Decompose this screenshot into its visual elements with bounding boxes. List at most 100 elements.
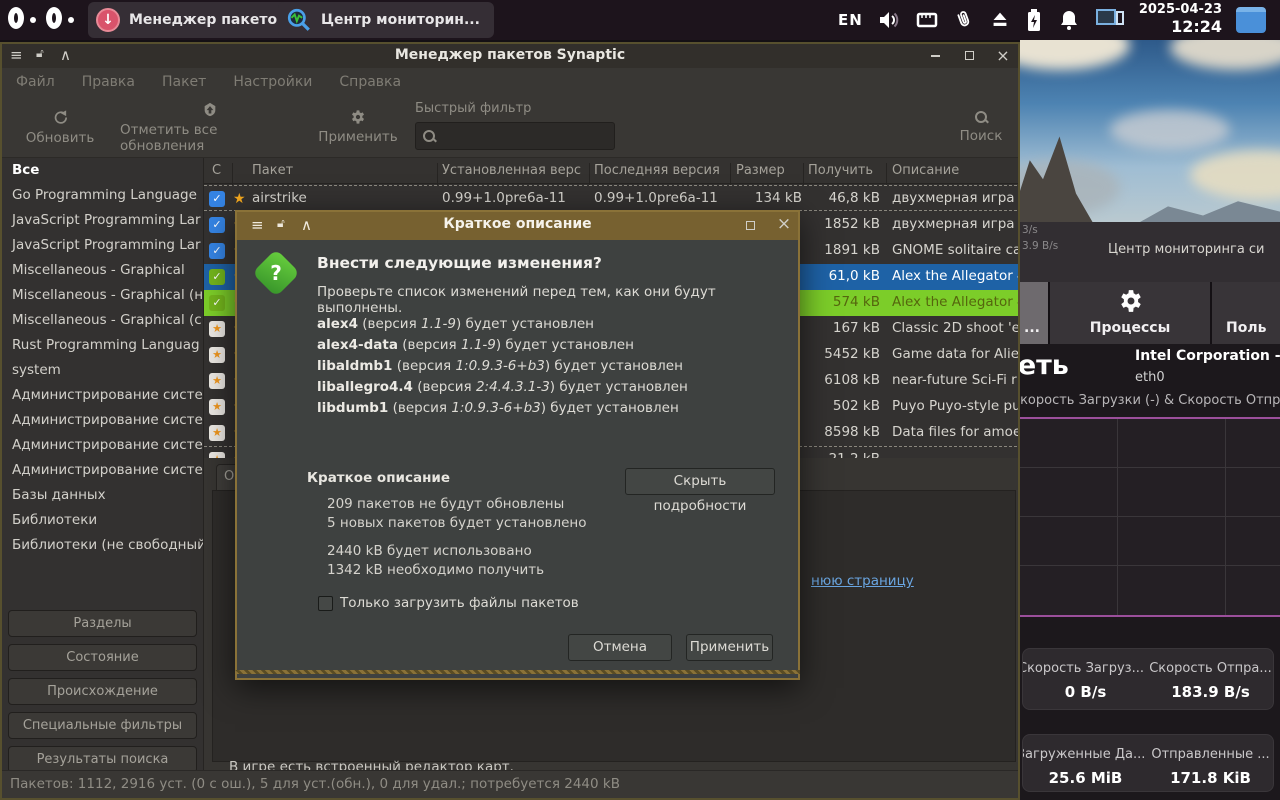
sections-button[interactable]: Разделы bbox=[8, 610, 197, 637]
keyboard-layout[interactable]: EN bbox=[838, 11, 863, 29]
window-title: Менеджер пакетов Synaptic bbox=[394, 47, 626, 63]
refresh-button[interactable]: Обновить bbox=[22, 99, 98, 155]
col-package[interactable]: Пакет bbox=[252, 163, 293, 178]
monitor-title: Центр мониторинга си bbox=[1108, 242, 1265, 257]
tab-truncated[interactable]: ... bbox=[1020, 282, 1048, 344]
status-checkbox[interactable]: ✓ bbox=[209, 217, 225, 233]
size: 134 kB bbox=[754, 190, 802, 206]
menu-settings[interactable]: Настройки bbox=[233, 74, 312, 90]
sidebar-item[interactable]: Администрирование систе bbox=[2, 458, 203, 483]
sidebar-item[interactable]: JavaScript Programming Lar bbox=[2, 233, 203, 258]
homepage-link[interactable]: нюю страницу bbox=[811, 573, 914, 589]
sidebar-item[interactable]: Все bbox=[2, 158, 203, 183]
sidebar-item[interactable]: Miscellaneous - Graphical (с bbox=[2, 308, 203, 333]
cloud bbox=[1170, 40, 1280, 70]
tab-users[interactable]: Поль bbox=[1212, 282, 1280, 344]
mark-all-upgrades-button[interactable]: Отметить все обновления bbox=[120, 99, 300, 155]
apply-button[interactable]: Применить bbox=[312, 99, 404, 155]
sidebar-item[interactable]: Администрирование систе bbox=[2, 408, 203, 433]
network-icon[interactable] bbox=[915, 9, 939, 31]
gridline bbox=[1020, 516, 1280, 517]
taskbar: ↓ Менеджер пакетов... Центр мониторин...… bbox=[0, 0, 1280, 40]
download-size: 61,0 kB bbox=[828, 268, 880, 284]
clipboard-icon[interactable] bbox=[949, 5, 978, 35]
status-checkbox[interactable]: ★ bbox=[209, 399, 225, 415]
volume-icon[interactable] bbox=[877, 8, 901, 32]
custom-filters-button[interactable]: Специальные фильтры bbox=[8, 712, 197, 739]
description: Alex the Allegator 4 bbox=[892, 268, 1020, 284]
menu-edit[interactable]: Правка bbox=[82, 74, 135, 90]
summary-line: 2440 kB будет использовано bbox=[327, 543, 532, 559]
downloaded-data-value: 25.6 MiB bbox=[1048, 769, 1123, 787]
legend-fragment: 3.9 B/s bbox=[1022, 240, 1059, 252]
sidebar-item[interactable]: Библиотеки (не свободный bbox=[2, 533, 203, 558]
launcher-icon[interactable] bbox=[6, 5, 36, 35]
status-checkbox[interactable]: ✓ bbox=[209, 243, 225, 259]
col-description[interactable]: Описание bbox=[892, 163, 959, 178]
search-button[interactable]: Поиск bbox=[948, 99, 1014, 155]
download-size: 5452 kB bbox=[824, 346, 880, 362]
menu-help[interactable]: Справка bbox=[339, 74, 401, 90]
origin-button[interactable]: Происхождение bbox=[8, 678, 197, 705]
upload-speed-label: Скорость Отпра... bbox=[1148, 657, 1273, 675]
sidebar-item[interactable]: Администрирование систе bbox=[2, 433, 203, 458]
download-size: 502 kB bbox=[832, 398, 880, 414]
sidebar-item[interactable]: Администрирование систе bbox=[2, 383, 203, 408]
status-button[interactable]: Состояние bbox=[8, 644, 197, 671]
summary-dialog: ≡ 🔓︎ ∧ Краткое описание × ? Внести следу… bbox=[235, 210, 800, 680]
table-row[interactable]: ✓ ★ airstrike 0.99+1.0pre6a-11 0.99+1.0p… bbox=[204, 185, 1018, 211]
close-button[interactable]: × bbox=[775, 216, 793, 233]
col-download[interactable]: Получить bbox=[808, 163, 873, 178]
col-latest[interactable]: Последняя версия bbox=[594, 163, 720, 178]
battery-icon[interactable] bbox=[1025, 8, 1043, 32]
status-checkbox[interactable]: ★ bbox=[209, 373, 225, 389]
clock[interactable]: 2025-04-23 12:24 bbox=[1139, 2, 1222, 36]
col-installed[interactable]: Установленная верс bbox=[442, 163, 581, 178]
menu-package[interactable]: Пакет bbox=[162, 74, 206, 90]
dialog-body: ? Внести следующие изменения? Проверьте … bbox=[235, 240, 800, 674]
maximize-button[interactable] bbox=[960, 48, 978, 64]
notifications-bell-icon[interactable] bbox=[1057, 8, 1081, 32]
eject-icon[interactable] bbox=[989, 9, 1011, 31]
sidebar-item[interactable]: Базы данных bbox=[2, 483, 203, 508]
menu-file[interactable]: Файл bbox=[16, 74, 55, 90]
download-only-checkbox[interactable] bbox=[318, 596, 333, 611]
sidebar-item[interactable]: Rust Programming Languag bbox=[2, 333, 203, 358]
status-checkbox[interactable]: ✓ bbox=[209, 269, 225, 285]
downloaded-data-label: Загруженные Да... bbox=[1023, 743, 1148, 761]
sidebar-item[interactable]: system bbox=[2, 358, 203, 383]
gridline bbox=[1225, 419, 1226, 615]
col-size[interactable]: Размер bbox=[736, 163, 785, 178]
quick-filter-input[interactable] bbox=[415, 122, 615, 150]
cloud bbox=[1190, 150, 1280, 200]
change-item: liballegro4.4 (версия 2:4.4.3.1-3) будет… bbox=[317, 379, 688, 395]
status-checkbox[interactable]: ★ bbox=[209, 347, 225, 363]
status-checkbox[interactable]: ★ bbox=[209, 321, 225, 337]
status-checkbox[interactable]: ✓ bbox=[209, 191, 225, 207]
apply-button[interactable]: Применить bbox=[686, 634, 773, 661]
displays-icon[interactable] bbox=[1095, 7, 1125, 33]
sidebar-item[interactable]: Go Programming Language bbox=[2, 183, 203, 208]
taskbar-app-monitor[interactable]: Центр мониторин... bbox=[278, 2, 494, 38]
status-checkbox[interactable]: ✓ bbox=[209, 295, 225, 311]
launcher-icon[interactable] bbox=[44, 5, 74, 35]
uploaded-data-label: Отправленные ... bbox=[1148, 743, 1273, 761]
status-checkbox[interactable]: ★ bbox=[209, 425, 225, 441]
download-size: 46,8 kB bbox=[828, 190, 880, 206]
tab-processes[interactable]: Процессы bbox=[1050, 282, 1210, 344]
minimize-button[interactable] bbox=[926, 48, 944, 64]
search-results-button[interactable]: Результаты поиска bbox=[8, 746, 197, 773]
close-button[interactable]: × bbox=[994, 48, 1012, 64]
sidebar-item[interactable]: Miscellaneous - Graphical (н bbox=[2, 283, 203, 308]
synaptic-app-icon: ↓ bbox=[96, 8, 120, 32]
sidebar-item[interactable]: JavaScript Programming Lar bbox=[2, 208, 203, 233]
hide-details-button[interactable]: Скрыть подробности bbox=[625, 468, 775, 514]
col-status[interactable]: С bbox=[212, 163, 221, 178]
maximize-button[interactable] bbox=[741, 218, 759, 234]
wallpaper bbox=[1020, 40, 1280, 222]
sidebar-item[interactable]: Miscellaneous - Graphical bbox=[2, 258, 203, 283]
show-desktop-button[interactable] bbox=[1236, 7, 1266, 33]
system-tray: EN 2025-04-23 12:24 bbox=[838, 0, 1266, 40]
cancel-button[interactable]: Отмена bbox=[568, 634, 672, 661]
sidebar-item[interactable]: Библиотеки bbox=[2, 508, 203, 533]
